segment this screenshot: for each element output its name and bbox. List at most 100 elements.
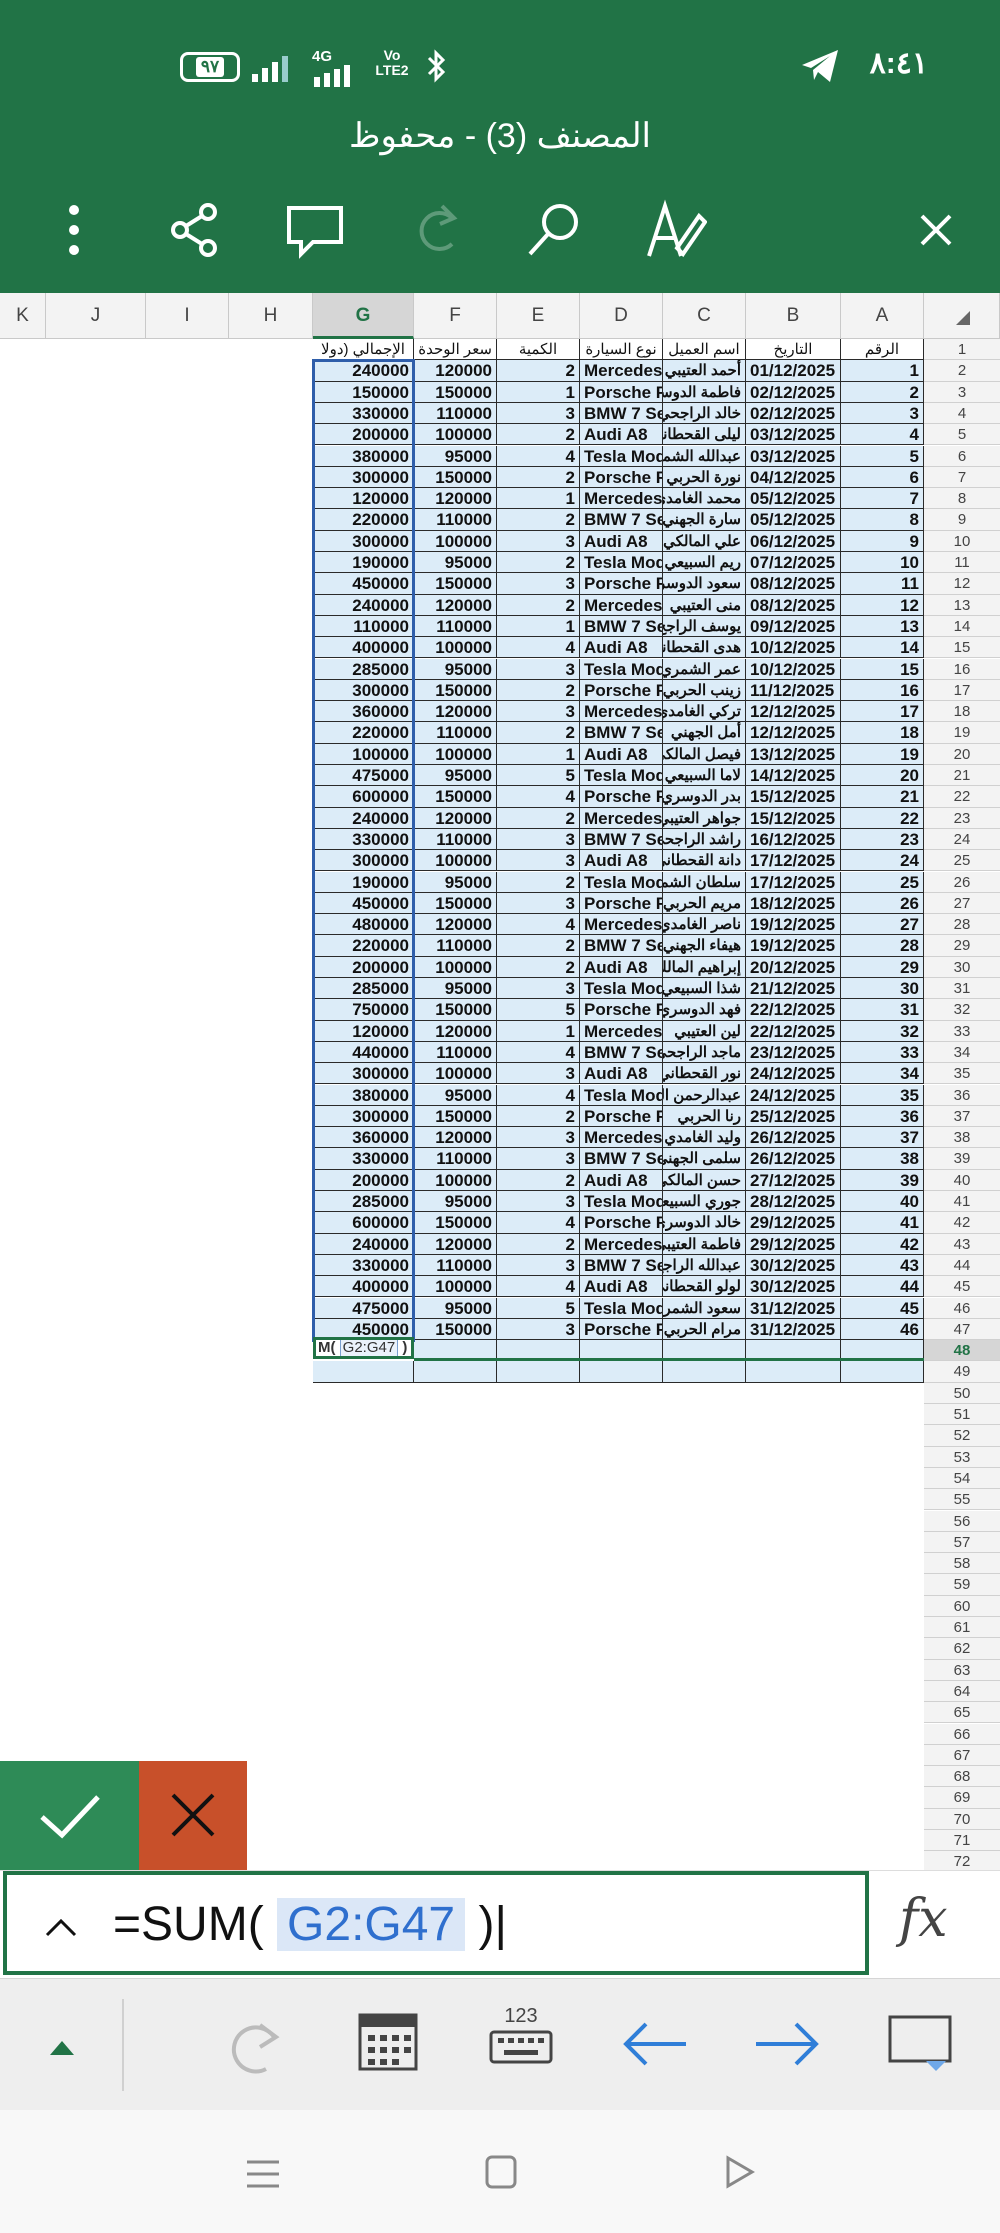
table-cell[interactable]: 2 <box>497 509 580 531</box>
table-cell[interactable]: 10/12/2025 <box>746 637 841 659</box>
table-cell[interactable]: عمر الشمري <box>663 658 746 680</box>
row-header[interactable]: 60 <box>924 1595 1000 1617</box>
header-cell-d[interactable]: نوع السيارة <box>580 339 663 361</box>
table-cell[interactable]: 02/12/2025 <box>746 381 841 403</box>
table-cell[interactable]: 25/12/2025 <box>746 1105 841 1128</box>
table-cell[interactable]: 450000 <box>313 573 414 595</box>
table-cell[interactable]: 4 <box>497 445 580 467</box>
row-header[interactable]: 35 <box>924 1063 1000 1085</box>
row-header[interactable]: 24 <box>924 828 1000 851</box>
column-header-d[interactable]: D <box>580 293 663 339</box>
table-cell[interactable]: 120000 <box>414 1020 497 1042</box>
table-cell[interactable]: 3 <box>497 1254 580 1277</box>
table-cell[interactable]: Mercedes <box>580 807 663 829</box>
table-cell[interactable]: 1 <box>497 743 580 765</box>
table-cell[interactable]: سعود الشمري <box>663 1297 746 1319</box>
row-header[interactable]: 65 <box>924 1702 1000 1724</box>
row-header[interactable]: 38 <box>924 1127 1000 1149</box>
header-cell-e[interactable]: الكمية <box>497 339 580 361</box>
table-cell[interactable]: 240000 <box>313 807 414 829</box>
table-cell[interactable]: 17/12/2025 <box>746 871 841 893</box>
table-cell[interactable]: 16 <box>841 679 924 702</box>
row-header[interactable]: 28 <box>924 914 1000 936</box>
table-cell[interactable]: 19 <box>841 743 924 765</box>
table-cell[interactable]: ماجد الراجحي <box>663 1041 746 1064</box>
table-cell[interactable]: 120000 <box>414 914 497 936</box>
table-cell[interactable]: Audi A8 <box>580 637 663 659</box>
table-cell[interactable]: 33 <box>841 1041 924 1064</box>
table-cell[interactable]: سلمى الجهني <box>663 1148 746 1170</box>
row-header[interactable]: 44 <box>924 1254 1000 1277</box>
table-cell[interactable]: 24/12/2025 <box>746 1084 841 1106</box>
row-header[interactable]: 11 <box>924 552 1000 574</box>
table-cell[interactable]: 100000 <box>414 956 497 978</box>
row-header[interactable]: 56 <box>924 1510 1000 1532</box>
header-cell-g[interactable]: الإجمالي (دولا <box>313 339 414 361</box>
table-cell[interactable]: 100000 <box>414 743 497 765</box>
table-cell[interactable]: 44 <box>841 1276 924 1298</box>
table-cell[interactable]: 03/12/2025 <box>746 424 841 446</box>
row-header[interactable]: 54 <box>924 1467 1000 1490</box>
row-header[interactable]: 18 <box>924 701 1000 723</box>
row-header[interactable]: 8 <box>924 488 1000 510</box>
row-header[interactable]: 1 <box>924 339 1000 361</box>
table-cell[interactable]: 100000 <box>313 743 414 765</box>
table-cell[interactable]: سارة الجهني <box>663 509 746 531</box>
table-cell[interactable]: 43 <box>841 1254 924 1277</box>
table-cell[interactable]: Porsche F <box>580 466 663 489</box>
expand-up-icon[interactable] <box>43 1915 79 1939</box>
table-cell[interactable]: 5 <box>841 445 924 467</box>
table-cell[interactable]: 3 <box>841 402 924 425</box>
table-cell[interactable]: 3 <box>497 402 580 425</box>
table-cell[interactable]: سلطان الشمر <box>663 871 746 893</box>
table-cell[interactable]: 28/12/2025 <box>746 1191 841 1213</box>
calendar-icon[interactable] <box>356 2009 420 2073</box>
table-cell[interactable]: 100000 <box>414 850 497 872</box>
row-header[interactable]: 43 <box>924 1233 1000 1255</box>
table-cell[interactable]: بدر الدوسري <box>663 786 746 808</box>
table-cell[interactable]: Audi A8 <box>580 956 663 978</box>
table-cell[interactable]: 110000 <box>414 1041 497 1064</box>
table-cell[interactable]: 240000 <box>313 1233 414 1255</box>
table-cell[interactable]: Audi A8 <box>580 530 663 552</box>
table-cell[interactable]: 150000 <box>414 1105 497 1128</box>
table-cell[interactable]: 120000 <box>414 1233 497 1255</box>
table-cell[interactable]: 3 <box>497 850 580 872</box>
table-cell[interactable]: ريم السبيعي <box>663 552 746 574</box>
table-cell[interactable]: 06/12/2025 <box>746 530 841 552</box>
column-header-e[interactable]: E <box>497 293 580 339</box>
table-cell[interactable]: 25 <box>841 871 924 893</box>
table-cell[interactable]: 3 <box>497 1148 580 1170</box>
table-cell[interactable]: ليلى القحطاني <box>663 424 746 446</box>
table-cell[interactable]: 05/12/2025 <box>746 509 841 531</box>
table-cell[interactable]: زينب الحربي <box>663 679 746 702</box>
table-cell[interactable]: 360000 <box>313 1127 414 1149</box>
table-cell[interactable]: 100000 <box>414 1276 497 1298</box>
table-cell[interactable]: Audi A8 <box>580 743 663 765</box>
table-cell[interactable]: 3 <box>497 658 580 680</box>
menu-icon[interactable] <box>245 2156 281 2192</box>
table-cell[interactable]: 120000 <box>414 1127 497 1149</box>
table-cell[interactable]: 120000 <box>414 360 497 382</box>
table-cell[interactable]: 5 <box>497 999 580 1021</box>
table-cell[interactable]: سعود الدوسر <box>663 573 746 595</box>
table-cell[interactable]: 2 <box>841 381 924 403</box>
table-cell[interactable]: Porsche F <box>580 381 663 403</box>
table-cell[interactable]: 110000 <box>414 1254 497 1277</box>
table-cell[interactable]: 110000 <box>414 615 497 638</box>
row-header[interactable]: 37 <box>924 1105 1000 1128</box>
table-cell[interactable]: 24 <box>841 850 924 872</box>
table-cell[interactable]: 29/12/2025 <box>746 1233 841 1255</box>
table-cell[interactable]: 14 <box>841 637 924 659</box>
table-cell[interactable]: 2 <box>497 722 580 744</box>
table-cell[interactable]: دانة القحطاني <box>663 850 746 872</box>
table-cell[interactable]: يوسف الراجح <box>663 615 746 638</box>
table-cell[interactable]: فاطمة الدوسر <box>663 381 746 403</box>
table-cell[interactable]: 2 <box>497 956 580 978</box>
column-header-a[interactable]: A <box>841 293 924 339</box>
table-cell[interactable]: 3 <box>497 530 580 552</box>
row-header[interactable]: 33 <box>924 1020 1000 1042</box>
table-cell[interactable]: 150000 <box>414 679 497 702</box>
table-cell[interactable]: 20/12/2025 <box>746 956 841 978</box>
table-cell[interactable]: 120000 <box>414 488 497 510</box>
